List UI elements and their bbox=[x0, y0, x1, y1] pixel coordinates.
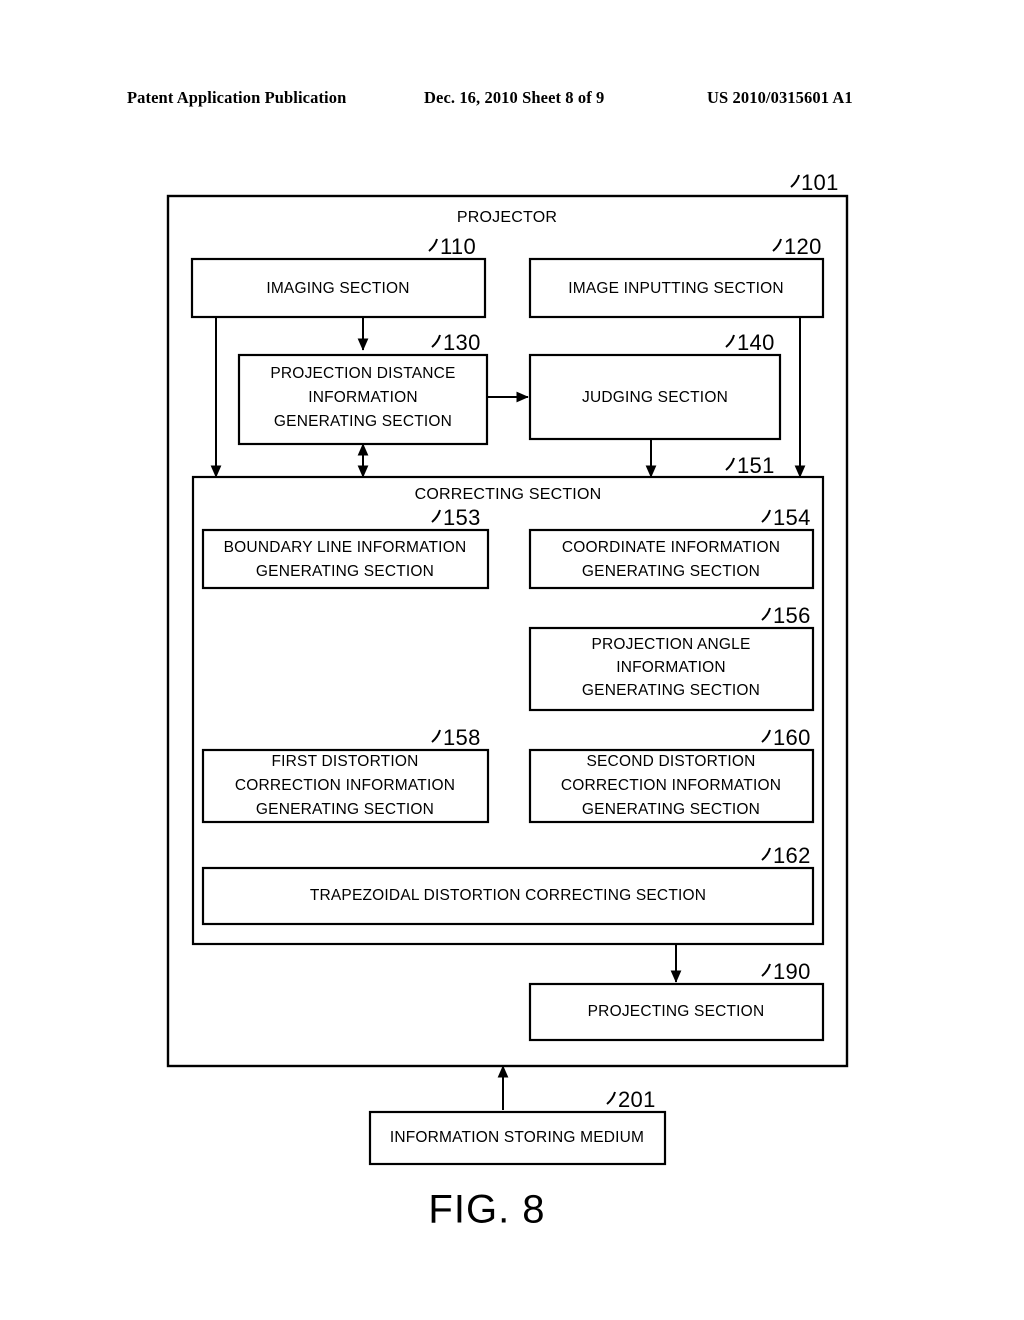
figure-8-block-diagram: PROJECTOR 101 IMAGING SECTION 110 IMAGE … bbox=[0, 0, 1024, 1320]
block-coordinate-line-2: GENERATING SECTION bbox=[582, 563, 760, 580]
block-judging-section-label: JUDGING SECTION bbox=[582, 389, 728, 406]
block-first-distortion-line-2: CORRECTION INFORMATION bbox=[235, 777, 455, 794]
ref-190: 190 bbox=[773, 959, 811, 984]
ref-130: 130 bbox=[443, 330, 481, 355]
ref-110: 110 bbox=[440, 234, 476, 259]
block-projection-distance-line-3: GENERATING SECTION bbox=[274, 413, 452, 430]
ref-201: 201 bbox=[618, 1087, 656, 1112]
block-boundary-line-line-1: BOUNDARY LINE INFORMATION bbox=[224, 539, 467, 556]
block-first-distortion-line-1: FIRST DISTORTION bbox=[271, 753, 418, 770]
block-second-distortion-line-3: GENERATING SECTION bbox=[582, 801, 760, 818]
correcting-section-title: CORRECTING SECTION bbox=[415, 486, 602, 503]
leader-201 bbox=[606, 1091, 616, 1105]
ref-153: 153 bbox=[443, 505, 481, 530]
ref-101: 101 bbox=[801, 170, 839, 195]
ref-160: 160 bbox=[773, 725, 811, 750]
block-boundary-line-line-2: GENERATING SECTION bbox=[256, 563, 434, 580]
ref-162: 162 bbox=[773, 843, 811, 868]
block-projection-distance-line-2: INFORMATION bbox=[308, 389, 418, 406]
ref-156: 156 bbox=[773, 603, 811, 628]
block-image-inputting-section-label: IMAGE INPUTTING SECTION bbox=[568, 280, 784, 297]
ref-151: 151 bbox=[737, 453, 775, 478]
block-second-distortion-line-2: CORRECTION INFORMATION bbox=[561, 777, 781, 794]
block-first-distortion-line-3: GENERATING SECTION bbox=[256, 801, 434, 818]
block-information-storing-medium-label: INFORMATION STORING MEDIUM bbox=[390, 1129, 644, 1146]
leader-101 bbox=[790, 174, 800, 188]
patent-figure-page: Patent Application Publication Dec. 16, … bbox=[0, 0, 1024, 1320]
block-projection-angle-line-2: INFORMATION bbox=[616, 659, 726, 676]
ref-158: 158 bbox=[443, 725, 481, 750]
ref-140: 140 bbox=[737, 330, 775, 355]
block-coordinate-line-1: COORDINATE INFORMATION bbox=[562, 539, 780, 556]
ref-154: 154 bbox=[773, 505, 811, 530]
figure-caption: FIG. 8 bbox=[428, 1188, 545, 1232]
block-projection-angle-line-1: PROJECTION ANGLE bbox=[591, 636, 750, 653]
projector-title: PROJECTOR bbox=[457, 209, 557, 226]
ref-120: 120 bbox=[784, 234, 822, 259]
block-second-distortion-line-1: SECOND DISTORTION bbox=[586, 753, 755, 770]
diagram-canvas: PROJECTOR 101 IMAGING SECTION 110 IMAGE … bbox=[166, 170, 849, 1232]
block-projecting-section-label: PROJECTING SECTION bbox=[588, 1003, 765, 1020]
block-imaging-section-label: IMAGING SECTION bbox=[266, 280, 409, 297]
block-trapezoidal-label: TRAPEZOIDAL DISTORTION CORRECTING SECTIO… bbox=[310, 887, 706, 904]
block-projection-distance-line-1: PROJECTION DISTANCE bbox=[270, 365, 455, 382]
block-projection-angle-line-3: GENERATING SECTION bbox=[582, 682, 760, 699]
